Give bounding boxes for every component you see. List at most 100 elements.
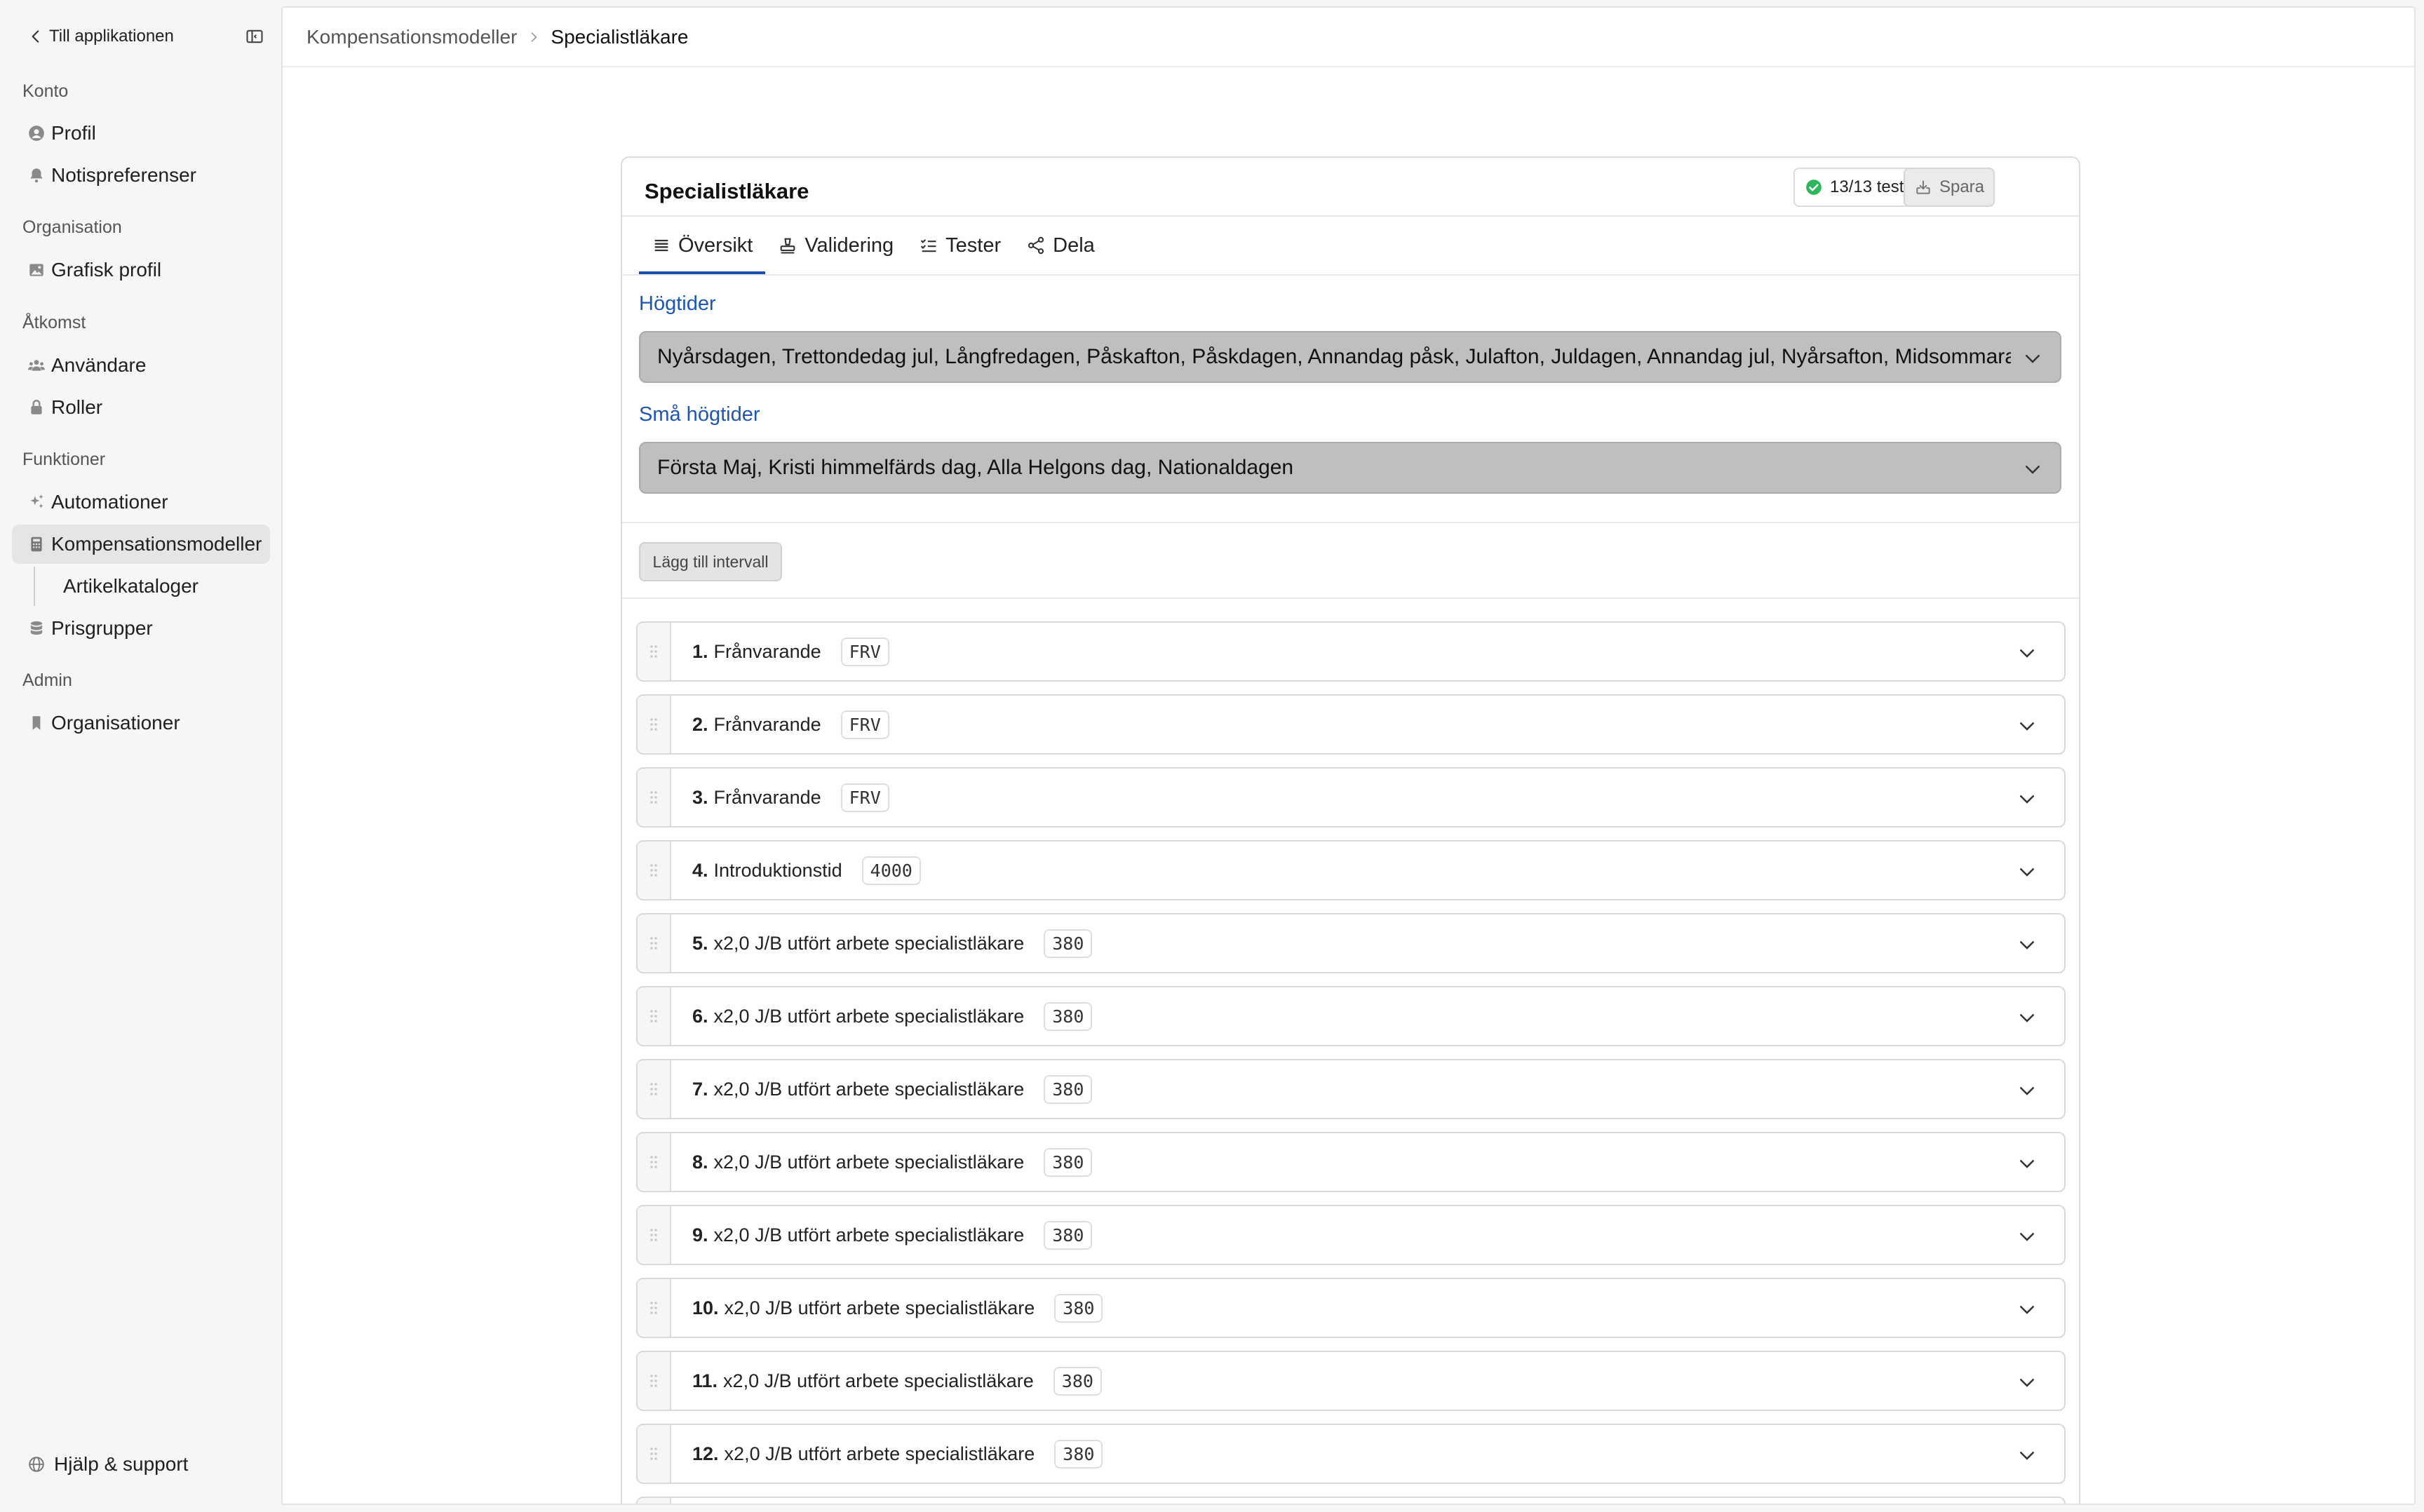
interval-row[interactable]: 1. Frånvarande FRV [636,621,2066,682]
interval-row[interactable]: 6. x2,0 J/B utfört arbete specialistläkar… [636,986,2066,1046]
bell-icon [12,166,51,184]
interval-code-badge: 380 [1044,1074,1093,1104]
drag-handle-icon[interactable] [638,914,671,972]
interval-number: 7. [692,1078,708,1100]
tab-label: Tester [945,234,1002,257]
sidebar-item-anvandare[interactable]: Användare [12,346,270,385]
chevron-down-icon[interactable] [2016,934,2038,955]
interval-row[interactable]: 8. x2,0 J/B utfört arbete specialistläkar… [636,1132,2066,1192]
interval-number: 8. [692,1151,708,1173]
drag-handle-icon[interactable] [638,1133,671,1191]
sidebar-item-kompensationsmodeller[interactable]: Kompensationsmodeller [12,525,270,564]
drag-handle-icon[interactable] [638,1279,671,1337]
chevron-down-icon[interactable] [2016,1007,2038,1028]
tab-label: Validering [804,234,894,257]
drag-handle-icon[interactable] [638,1498,671,1504]
chevron-down-icon [2026,355,2040,363]
section-label-konto: Konto [22,81,69,101]
save-label: Spara [1939,177,1985,196]
breadcrumb-parent-link[interactable]: Kompensationsmodeller [307,26,517,48]
drag-handle-icon[interactable] [638,987,671,1045]
sidebar-item-grafisk-profil[interactable]: Grafisk profil [12,250,270,290]
interval-code-badge: 380 [1044,1001,1093,1031]
users-icon [12,356,51,374]
drag-handle-icon[interactable] [638,696,671,753]
sidebar-item-roller[interactable]: Roller [12,388,270,427]
chevron-down-icon[interactable] [2016,1226,2038,1247]
drag-handle-icon[interactable] [638,1425,671,1483]
calculator-icon [12,535,51,553]
sidebar-item-label: Roller [51,396,103,418]
chevron-down-icon[interactable] [2016,715,2038,736]
chevron-down-icon[interactable] [2016,1080,2038,1101]
interval-row[interactable] [636,1497,2066,1504]
save-icon [1916,180,1930,194]
holidays-select-value: Nyårsdagen, Trettondedag jul, Långfredag… [657,345,2011,368]
sidebar-item-notispreferenser[interactable]: Notispreferenser [12,156,270,195]
sidebar: Till applikationen Konto Profil Notispre… [0,0,281,1512]
model-card: Specialistläkare 13/13 tester OK Spara Ö… [621,156,2080,1504]
small-holidays-select-value: Första Maj, Kristi himmelfärds dag, Alla… [657,456,1294,479]
section-label-atkomst: Åtkomst [22,313,86,332]
interval-row[interactable]: 12. x2,0 J/B utfört arbete specialistläka… [636,1424,2066,1484]
interval-number: 11. [692,1370,718,1391]
chevron-right-icon [532,32,537,42]
interval-row[interactable]: 4. Introduktionstid 4000 [636,840,2066,900]
help-support-link[interactable]: Hjälp & support [12,1445,188,1484]
tab-label: Dela [1053,234,1095,257]
sidebar-toggle-icon[interactable] [244,27,265,46]
add-interval-button[interactable]: Lägg till intervall [639,542,782,581]
chevron-down-icon[interactable] [2016,642,2038,663]
interval-row[interactable]: 7. x2,0 J/B utfört arbete specialistläkar… [636,1059,2066,1119]
drag-handle-icon[interactable] [638,623,671,680]
save-button[interactable]: Spara [1904,168,1995,207]
interval-code-badge: 4000 [861,856,921,885]
small-holidays-select[interactable]: Första Maj, Kristi himmelfärds dag, Alla… [639,442,2061,494]
drag-handle-icon[interactable] [638,1060,671,1118]
drag-handle-icon[interactable] [638,1206,671,1264]
interval-row[interactable]: 3. Frånvarande FRV [636,767,2066,828]
sidebar-item-label: Organisationer [51,712,180,734]
chevron-down-icon[interactable] [2016,1445,2038,1466]
holidays-select[interactable]: Nyårsdagen, Trettondedag jul, Långfredag… [639,331,2061,383]
interval-name: x2,0 J/B utfört arbete specialistläkare [724,1443,1035,1464]
sidebar-item-profil[interactable]: Profil [12,114,270,153]
intervals-divider [622,598,2079,599]
chevron-down-icon[interactable] [2016,1299,2038,1320]
back-to-app-link[interactable]: Till applikationen [27,21,265,52]
chevron-down-icon [2026,466,2040,474]
drag-handle-icon[interactable] [638,1352,671,1410]
interval-name: x2,0 J/B utfört arbete specialistläkare [713,1078,1025,1100]
chevron-down-icon[interactable] [2016,1372,2038,1393]
interval-number: 3. [692,786,708,808]
sidebar-item-automationer[interactable]: Automationer [12,482,270,522]
tab-tester[interactable]: Tester [906,217,1014,274]
tab-bar: Översikt Validering Tester Dela [639,217,1107,274]
chevron-down-icon[interactable] [2016,861,2038,882]
interval-number: 9. [692,1224,708,1246]
image-icon [12,261,51,279]
interval-row[interactable]: 5. x2,0 J/B utfört arbete specialistläkar… [636,913,2066,973]
sidebar-item-prisgrupper[interactable]: Prisgrupper [12,609,270,648]
sidebar-item-label: Användare [51,354,147,376]
tab-validering[interactable]: Validering [765,217,906,274]
drag-handle-icon[interactable] [638,842,671,899]
interval-row[interactable]: 11. x2,0 J/B utfört arbete specialistläka… [636,1351,2066,1411]
sidebar-subitem-artikelkataloger[interactable]: Artikelkataloger [34,567,198,606]
interval-code-badge: FRV [840,637,889,666]
interval-row[interactable]: 2. Frånvarande FRV [636,694,2066,755]
chevron-down-icon[interactable] [2016,788,2038,809]
check-circle-icon [1806,180,1822,195]
fields-divider [622,522,2079,523]
sidebar-item-organisationer[interactable]: Organisationer [12,703,270,743]
interval-row[interactable]: 9. x2,0 J/B utfört arbete specialistläkar… [636,1205,2066,1265]
interval-name: x2,0 J/B utfört arbete specialistläkare [713,1151,1025,1173]
chevron-down-icon[interactable] [2016,1153,2038,1174]
tab-oversikt[interactable]: Översikt [639,217,766,274]
interval-row[interactable]: 10. x2,0 J/B utfört arbete specialistläka… [636,1278,2066,1338]
drag-handle-icon[interactable] [638,769,671,826]
interval-name: x2,0 J/B utfört arbete specialistläkare [723,1370,1034,1391]
interval-code-badge: 380 [1044,929,1093,958]
sparkles-icon [12,493,51,511]
tab-dela[interactable]: Dela [1014,217,1107,274]
